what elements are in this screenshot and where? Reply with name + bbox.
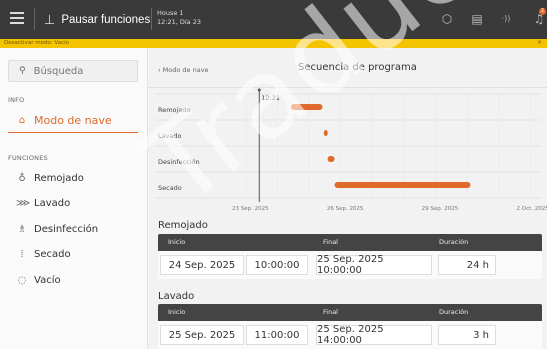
row-label: Lavado: [158, 132, 182, 140]
deactivate-mode-link[interactable]: Desactivar modo: Vacío: [4, 40, 69, 46]
column-header: Final: [323, 238, 338, 246]
info-section-label: INFO: [8, 96, 25, 104]
barn-icon: ⌂: [18, 114, 26, 126]
back-link[interactable]: ‹ Modo de nave: [158, 66, 209, 74]
search-icon: ⚲: [19, 66, 26, 76]
search-input[interactable]: [33, 65, 124, 77]
column-header: Inicio: [168, 238, 186, 246]
x-tick-label: 29 Sep. 2025: [422, 206, 459, 212]
x-tick-label: 2 Oct. 2025: [517, 206, 547, 212]
house-time: 12:21, Día 23: [157, 18, 201, 26]
sub-header: ‹ Modo de nave Secuencia de programa: [148, 48, 547, 88]
column-header: Final: [323, 308, 338, 316]
table-header: Inicio Final Duración: [158, 304, 542, 321]
pause-functions-button[interactable]: ⊥ Pausar funciones: [44, 10, 150, 30]
row-label: Secado: [158, 184, 182, 192]
x-tick-label: 23 Sep. 2025: [232, 206, 269, 212]
row-label: Desinfección: [158, 158, 200, 166]
end-field[interactable]: 25 Sep. 2025 10:00:00: [316, 254, 432, 276]
sidebar-item-label: Remojado: [34, 172, 84, 184]
page-title: Secuencia de programa: [298, 62, 417, 73]
sidebar-item-vacio[interactable]: ◌ Vacío: [0, 268, 147, 292]
sidebar-item-desinfeccion[interactable]: ♗ Desinfección: [0, 217, 147, 241]
cube-icon[interactable]: ⬡: [440, 12, 454, 26]
start-date-field[interactable]: 25 Sep. 2025: [160, 325, 244, 345]
sidebar-item-label: Vacío: [34, 274, 61, 286]
banner-close-icon[interactable]: ×: [537, 39, 542, 46]
top-bar: ⊥ Pausar funciones House 1 12:21, Día 23…: [0, 0, 547, 39]
gantt-bar: [327, 156, 335, 162]
document-icon[interactable]: ▤: [470, 12, 484, 26]
sidebar: ⚲ INFO ⌂ Modo de nave FUNCIONES ♁ Remoja…: [0, 48, 148, 349]
duration-field[interactable]: 24 h: [438, 255, 496, 275]
x-tick-label: 26 Sep. 2025: [327, 206, 364, 212]
drop-icon: ♁: [18, 172, 26, 184]
column-header: Duración: [439, 308, 469, 316]
notification-badge: 2: [539, 8, 546, 15]
column-header: Duración: [439, 238, 469, 246]
functions-section-label: FUNCIONES: [8, 154, 48, 162]
sidebar-item-secado[interactable]: ⦙ Secado: [0, 242, 147, 266]
main-content: ‹ Modo de nave Secuencia de programa 23 …: [148, 48, 547, 349]
spray-icon: ⋙: [16, 197, 31, 209]
start-date-field[interactable]: 24 Sep. 2025: [160, 255, 244, 275]
heat-icon: ⦙: [20, 248, 24, 260]
pause-functions-label: Pausar funciones: [61, 14, 151, 26]
gantt-bar: [323, 130, 328, 136]
sidebar-item-remojado[interactable]: ♁ Remojado: [0, 166, 147, 190]
pause-icon: ⊥: [44, 12, 56, 28]
sidebar-item-label: Desinfección: [34, 223, 99, 235]
house-info: House 1 12:21, Día 23: [157, 9, 201, 27]
empty-icon: ◌: [17, 274, 27, 286]
table-row: 24 Sep. 2025 10:00:00 25 Sep. 2025 10:00…: [158, 251, 542, 279]
section-title: Lavado: [158, 291, 195, 302]
sidebar-item-label: Secado: [34, 248, 71, 260]
house-name: House 1: [157, 9, 184, 17]
gantt-bar: [290, 104, 323, 110]
divider: [151, 8, 152, 30]
mode-banner: Desactivar modo: Vacío ×: [0, 39, 547, 48]
search-box[interactable]: ⚲: [8, 60, 138, 82]
start-time-field[interactable]: 11:00:00: [246, 325, 308, 345]
end-field[interactable]: 25 Sep. 2025 14:00:00: [316, 324, 432, 346]
sidebar-item-modo-de-nave[interactable]: ⌂ Modo de nave: [0, 108, 147, 132]
signal-icon[interactable]: ·)): [499, 12, 513, 26]
table-row: 25 Sep. 2025 11:00:00 25 Sep. 2025 14:00…: [158, 321, 542, 349]
row-label: Remojado: [158, 106, 191, 114]
now-marker: [257, 88, 261, 92]
duration-field[interactable]: 3 h: [438, 325, 496, 345]
column-header: Inicio: [168, 308, 186, 316]
table-header: Inicio Final Duración: [158, 234, 542, 251]
sidebar-item-lavado[interactable]: ⋙ Lavado: [0, 191, 147, 215]
sidebar-item-label: Modo de nave: [34, 113, 112, 127]
flask-icon: ♗: [17, 223, 27, 235]
gantt-bar: [334, 182, 471, 188]
sidebar-item-label: Lavado: [34, 197, 71, 209]
start-time-field[interactable]: 10:00:00: [246, 255, 308, 275]
section-title: Remojado: [158, 220, 208, 231]
now-label: 12:21: [261, 94, 280, 102]
divider: [34, 8, 35, 30]
menu-icon[interactable]: [10, 12, 24, 26]
active-underline: [8, 132, 138, 133]
